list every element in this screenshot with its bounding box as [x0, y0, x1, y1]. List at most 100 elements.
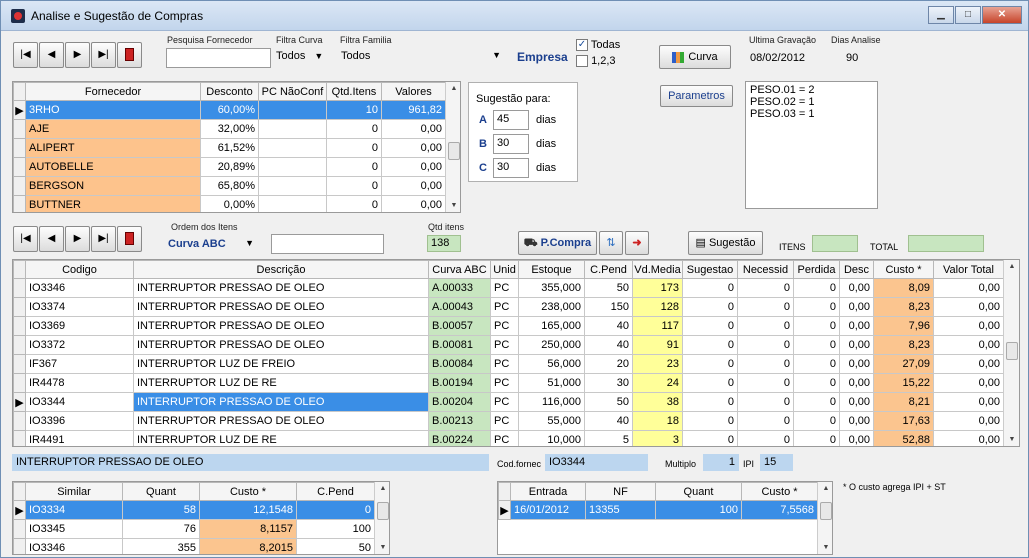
pesquisa-fornecedor-input[interactable] — [166, 48, 271, 68]
pcompra-button[interactable]: ⛟ P.Compra — [518, 231, 597, 255]
scroll-up-icon[interactable]: ▲ — [1004, 263, 1019, 270]
col-estoque[interactable]: Estoque — [518, 260, 585, 279]
col-desc[interactable]: Desc — [839, 260, 874, 279]
exit-icon[interactable] — [117, 226, 142, 252]
ultima-gravacao-value: 08/02/2012 — [747, 50, 817, 70]
curva-button[interactable]: Curva — [659, 45, 731, 69]
table-row[interactable]: ▶ IO3344 INTERRUPTOR PRESSAO DE OLEO B.0020… — [13, 392, 1004, 412]
col-necessid[interactable]: Necessid — [737, 260, 794, 279]
table-row[interactable]: BUTTNER 0,00% 0 0,00 — [13, 195, 446, 212]
sugestao-c-input[interactable]: 30 — [493, 158, 529, 178]
prior-item-button[interactable]: ◀ — [39, 226, 64, 252]
table-row[interactable]: AJE 32,00% 0 0,00 — [13, 119, 446, 139]
scroll-thumb[interactable] — [377, 502, 389, 520]
scroll-thumb[interactable] — [448, 142, 460, 160]
col-quant[interactable]: Quant — [122, 482, 200, 501]
scroll-down-icon[interactable]: ▼ — [818, 544, 832, 551]
cell-valor: 0,00 — [933, 373, 1004, 393]
col-custo[interactable]: Custo * — [873, 260, 934, 279]
last-item-button[interactable]: ▶| — [91, 226, 116, 252]
col-quant[interactable]: Quant — [655, 482, 742, 501]
sugestao-a-unit: dias — [536, 114, 557, 126]
filtra-curva-select[interactable]: Todos ▼ — [273, 48, 337, 68]
table-row[interactable]: IR4478 INTERRUPTOR LUZ DE RE B.00194 PC 51,0… — [13, 373, 1004, 393]
table-row[interactable]: IR4491 INTERRUPTOR LUZ DE RE B.00224 PC 10,0… — [13, 430, 1004, 446]
table-row[interactable]: AUTOBELLE 20,89% 0 0,00 — [13, 157, 446, 177]
empresa-123-checkbox[interactable]: 1,2,3 — [576, 55, 616, 68]
table-row[interactable]: IO3346 INTERRUPTOR PRESSAO DE OLEO A.00033… — [13, 278, 1004, 298]
todas-checkbox[interactable]: ✓ Todas — [576, 39, 620, 52]
fornecedor-scrollbar[interactable]: ▲ ▼ — [445, 82, 460, 212]
cell-per: 0 — [793, 316, 840, 336]
table-row[interactable]: IO3369 INTERRUPTOR PRESSAO DE OLEO B.00057… — [13, 316, 1004, 336]
col-vd-media[interactable]: Vd.Media — [632, 260, 683, 279]
scroll-down-icon[interactable]: ▼ — [446, 202, 460, 209]
table-row[interactable]: IF367 INTERRUPTOR LUZ DE FREIO B.00084 PC 56… — [13, 354, 1004, 374]
ordem-search-input[interactable] — [271, 234, 384, 254]
exit-icon[interactable] — [117, 42, 142, 68]
ordem-label: Ordem dos Itens — [171, 222, 238, 232]
col-cpend[interactable]: C.Pend — [296, 482, 375, 501]
refresh-button[interactable]: ⇅ — [599, 231, 623, 255]
col-sugestao[interactable]: Sugestao — [682, 260, 738, 279]
filtra-familia-select[interactable]: Todos ▼ — [338, 48, 505, 68]
similar-scrollbar[interactable]: ▲ ▼ — [374, 482, 389, 554]
table-row[interactable]: IO3374 INTERRUPTOR PRESSAO DE OLEO A.00043… — [13, 297, 1004, 317]
col-similar[interactable]: Similar — [25, 482, 123, 501]
table-row[interactable]: IO3396 INTERRUPTOR PRESSAO DE OLEO B.00213… — [13, 411, 1004, 431]
col-cpend[interactable]: C.Pend — [584, 260, 633, 279]
table-row[interactable]: IO3346 355 8,2015 50 — [13, 538, 375, 554]
prior-record-button[interactable]: ◀ — [39, 42, 64, 68]
col-codigo[interactable]: Codigo — [25, 260, 134, 279]
first-item-button[interactable]: |◀ — [13, 226, 38, 252]
scroll-up-icon[interactable]: ▲ — [446, 85, 460, 92]
minimize-button[interactable]: ▁ — [928, 6, 954, 24]
cell-descricao: INTERRUPTOR LUZ DE FREIO — [133, 354, 429, 374]
maximize-button[interactable]: □ — [955, 6, 981, 24]
col-custo[interactable]: Custo * — [741, 482, 818, 501]
cell-per: 0 — [793, 278, 840, 298]
col-custo[interactable]: Custo * — [199, 482, 297, 501]
col-valores[interactable]: Valores — [381, 82, 446, 101]
next-item-button[interactable]: ▶ — [65, 226, 90, 252]
exit-arrow-button[interactable]: ➜ — [625, 231, 649, 255]
col-curva-abc[interactable]: Curva ABC — [428, 260, 491, 279]
col-descricao[interactable]: Descrição — [133, 260, 429, 279]
scroll-up-icon[interactable]: ▲ — [375, 485, 389, 492]
scroll-up-icon[interactable]: ▲ — [818, 485, 832, 492]
scroll-down-icon[interactable]: ▼ — [1004, 436, 1019, 443]
table-row[interactable]: ▶ 16/01/2012 13355 100 7,5568 — [498, 500, 818, 520]
col-valor-total[interactable]: Valor Total — [933, 260, 1004, 279]
table-row[interactable]: ▶ 3RHO 60,00% 10 961,82 — [13, 100, 446, 120]
cell-unid: PC — [490, 373, 519, 393]
table-row[interactable]: ALIPERT 61,52% 0 0,00 — [13, 138, 446, 158]
ordem-select[interactable]: Curva ABC ▼ — [168, 235, 268, 255]
next-record-button[interactable]: ▶ — [65, 42, 90, 68]
sugestao-a-input[interactable]: 45 — [493, 110, 529, 130]
first-record-button[interactable]: |◀ — [13, 42, 38, 68]
sugestao-button[interactable]: ▤ Sugestão — [688, 231, 763, 255]
close-button[interactable]: ✕ — [982, 6, 1022, 24]
cell-vd: 3 — [632, 430, 683, 446]
table-row[interactable]: IO3372 INTERRUPTOR PRESSAO DE OLEO B.00081… — [13, 335, 1004, 355]
col-qtd-itens[interactable]: Qtd.Itens — [326, 82, 382, 101]
col-fornecedor[interactable]: Fornecedor — [25, 82, 201, 101]
table-row[interactable]: BERGSON 65,80% 0 0,00 — [13, 176, 446, 196]
sugestao-b-input[interactable]: 30 — [493, 134, 529, 154]
col-perdida[interactable]: Perdida — [793, 260, 840, 279]
col-desconto[interactable]: Desconto — [200, 82, 259, 101]
scroll-thumb[interactable] — [1006, 342, 1018, 360]
table-row[interactable]: IO3345 76 8,1157 100 — [13, 519, 375, 539]
parametros-memo[interactable]: PESO.01 = 2 PESO.02 = 1 PESO.03 = 1 — [745, 81, 878, 209]
table-row[interactable]: ▶ IO3334 58 12,1548 0 — [13, 500, 375, 520]
entradas-scrollbar[interactable]: ▲ ▼ — [817, 482, 832, 554]
col-entrada[interactable]: Entrada — [510, 482, 586, 501]
scroll-thumb[interactable] — [820, 502, 832, 520]
last-record-button[interactable]: ▶| — [91, 42, 116, 68]
col-nf[interactable]: NF — [585, 482, 656, 501]
col-pc-naoconf[interactable]: PC NãoConf — [258, 82, 327, 101]
itens-scrollbar[interactable]: ▲ ▼ — [1003, 260, 1019, 446]
parametros-button[interactable]: Parametros — [660, 85, 733, 107]
col-unid[interactable]: Unid — [490, 260, 519, 279]
scroll-down-icon[interactable]: ▼ — [375, 544, 389, 551]
